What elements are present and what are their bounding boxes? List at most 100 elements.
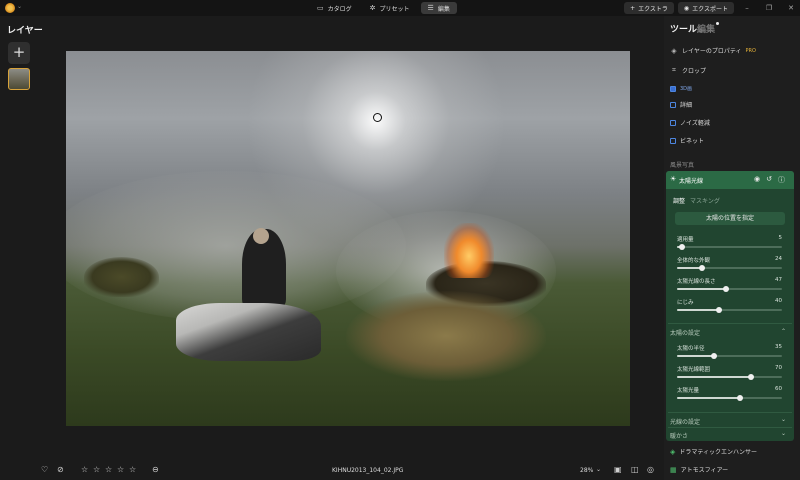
app-logo-icon[interactable]	[5, 3, 15, 13]
crop-icon: ⌗	[672, 66, 676, 74]
sun-position-handle[interactable]	[373, 113, 382, 122]
drama-icon: ◈	[670, 447, 676, 456]
nav-edit[interactable]: ☰ 編集	[420, 2, 457, 14]
row-vignette[interactable]: ビネット	[670, 136, 704, 145]
slider-fill	[677, 355, 714, 357]
layers-icon: ◈	[671, 46, 677, 55]
slider-label: 適用量	[677, 237, 694, 243]
row-clipped[interactable]: 3D画	[670, 85, 692, 92]
star-icon[interactable]: ☆	[129, 465, 136, 474]
info-icon[interactable]: ⓘ	[778, 175, 785, 185]
divider	[668, 427, 792, 428]
export-button[interactable]: ◉ エクスポート	[677, 2, 734, 14]
row-label: 3D画	[680, 86, 693, 92]
nav-catalog-label: カタログ	[327, 5, 352, 13]
slider-ray-range[interactable]: 太陽光線範囲 70	[677, 365, 782, 381]
layer-thumbnail[interactable]	[8, 68, 30, 90]
folder-icon: ▭	[317, 4, 324, 12]
eye-icon[interactable]: ◉	[754, 175, 760, 185]
section-landscape: 風景写真	[670, 162, 695, 169]
star-icon[interactable]: ☆	[105, 465, 112, 474]
tab-tools[interactable]: ツール	[670, 22, 697, 35]
divider	[668, 323, 792, 324]
tab-adjust[interactable]: 調整	[673, 196, 685, 205]
slider-fill	[677, 376, 751, 378]
slider-value: 24	[775, 256, 782, 262]
slider-value: 47	[775, 277, 782, 283]
file-name: KIHNU2013_104_02.JPG	[332, 467, 404, 474]
slider-track[interactable]	[677, 246, 782, 248]
slider-handle[interactable]	[723, 286, 730, 292]
tool-dramatic-enhancer[interactable]: ◈ ドラマティックエンハンサー	[670, 447, 757, 457]
star-icon[interactable]: ☆	[93, 465, 100, 474]
slider-value: 40	[775, 298, 782, 304]
plus-icon: +	[630, 4, 636, 12]
slider-handle[interactable]	[737, 395, 743, 401]
layers-title: レイヤー	[7, 26, 43, 36]
tool-atmosphere[interactable]: ▦ アトモスフィアー	[670, 465, 728, 475]
add-layer-button[interactable]: +	[8, 42, 30, 64]
minimize-icon[interactable]: –	[738, 4, 756, 12]
slider-overall-look[interactable]: 全体的な外観 24	[677, 256, 782, 272]
group-ray-settings[interactable]: 光線の設定	[670, 417, 700, 426]
star-icon[interactable]: ☆	[117, 465, 124, 474]
row-crop[interactable]: ⌗ クロップ	[670, 66, 706, 75]
reject-icon[interactable]: ⊘	[57, 465, 64, 474]
info-icon[interactable]: ⊖	[152, 465, 159, 474]
slider-handle[interactable]	[699, 265, 706, 271]
chevron-down-icon[interactable]: ⌄	[781, 416, 786, 423]
row-label: ビネット	[680, 138, 705, 145]
row-layer-properties[interactable]: ◈ レイヤーのプロパティ PRO	[670, 46, 756, 56]
eye-icon[interactable]: ◎	[647, 465, 654, 474]
hay-pile-center	[346, 291, 546, 381]
extras-button[interactable]: + エクストラ	[624, 2, 674, 14]
slider-handle[interactable]	[679, 244, 686, 250]
heart-icon[interactable]: ♡	[41, 465, 48, 474]
tab-masking[interactable]: マスキング	[690, 196, 720, 205]
zoom-level[interactable]: 28%	[580, 467, 593, 474]
compare-icon[interactable]: ◫	[631, 465, 639, 474]
chevron-down-icon[interactable]: ⌄	[781, 430, 786, 437]
group-warmth[interactable]: 暖かさ	[670, 431, 688, 440]
image-icon[interactable]: ▣	[614, 465, 622, 474]
close-icon[interactable]: ✕	[782, 4, 800, 12]
star-icon[interactable]: ☆	[81, 465, 88, 474]
slider-amount[interactable]: 適用量 5	[677, 235, 782, 251]
restore-icon[interactable]: ❐	[760, 4, 778, 12]
row-details[interactable]: 詳細	[670, 100, 692, 109]
slider-sun-intensity[interactable]: 太陽光量 60	[677, 386, 782, 402]
slider-sun-radius[interactable]: 太陽の半径 35	[677, 344, 782, 360]
slider-label: 太陽光量	[677, 388, 700, 394]
nav-presets-label: プリセット	[379, 5, 410, 13]
slider-label: にじみ	[677, 300, 694, 306]
chevron-down-icon[interactable]: ⌄	[596, 466, 601, 473]
export-icon: ◉	[683, 4, 690, 12]
sparkle-icon: ✲	[369, 4, 376, 12]
tool-header-actions: ◉ ↺ ⓘ	[754, 175, 785, 185]
slider-ray-length[interactable]: 太陽光線の長さ 47	[677, 277, 782, 293]
slider-value: 60	[775, 386, 782, 392]
fire	[444, 223, 494, 278]
photo-canvas[interactable]	[66, 51, 630, 426]
slider-handle[interactable]	[710, 353, 717, 359]
place-sun-button[interactable]: 太陽の位置を指定	[675, 212, 785, 225]
edits-indicator-dot	[716, 22, 719, 25]
slider-value: 5	[778, 235, 783, 241]
slider-handle[interactable]	[747, 374, 754, 380]
row-label: ノイズ軽減	[680, 120, 710, 127]
row-noise-reduction[interactable]: ノイズ軽減	[670, 118, 710, 127]
chevron-up-icon[interactable]: ⌃	[781, 328, 786, 335]
row-label: 詳細	[680, 102, 693, 109]
group-sun-settings[interactable]: 太陽の設定	[670, 328, 700, 337]
slider-handle[interactable]	[716, 307, 722, 313]
undo-icon[interactable]: ↺	[766, 175, 772, 185]
tab-edits[interactable]: 編集	[697, 22, 715, 35]
nav-presets[interactable]: ✲ プリセット	[363, 2, 417, 14]
slider-bleed[interactable]: にじみ 40	[677, 298, 782, 314]
atmosphere-icon: ▦	[670, 465, 677, 474]
chevron-down-icon[interactable]: ⌄	[17, 3, 22, 10]
toggle-icon	[670, 85, 676, 92]
top-nav: ▭ カタログ ✲ プリセット ☰ 編集	[310, 2, 457, 14]
nav-catalog[interactable]: ▭ カタログ	[310, 2, 359, 14]
pro-badge: PRO	[745, 47, 756, 54]
